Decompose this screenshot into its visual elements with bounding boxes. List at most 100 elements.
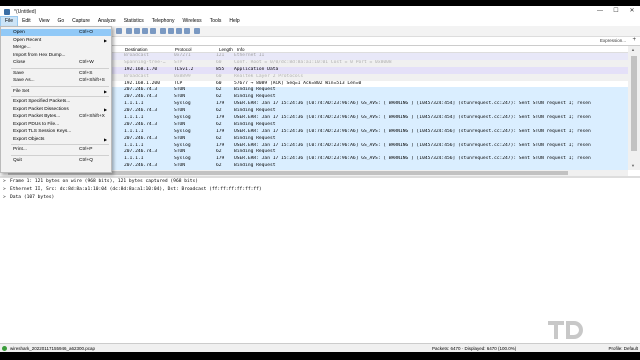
column-destination[interactable]: Destination [124, 46, 174, 52]
menu-item-label: Open Recent [13, 37, 42, 43]
menu-item-label: Export Packet Dissections [13, 106, 69, 112]
file-menu-item-open[interactable]: Open Ctrl+O [1, 29, 111, 36]
cell-len: 62 [216, 108, 222, 114]
toolbar-icon[interactable] [168, 28, 174, 34]
toolbar-icon[interactable] [184, 28, 190, 34]
menu-help[interactable]: Help [225, 17, 243, 26]
file-menu-item-export-packet-dissections[interactable]: Export Packet Dissections ▶ [1, 106, 111, 113]
cell-len: 62 [216, 121, 222, 127]
menu-item-label: Import from Hex Dump... [13, 52, 66, 58]
cell-dst: 207.246.74.3 [124, 108, 158, 114]
detail-tree-item[interactable]: > Data (107 bytes) [0, 194, 640, 202]
packet-list-vscroll[interactable]: ▲ ▼ [628, 46, 640, 170]
scroll-down-icon[interactable]: ▼ [631, 163, 635, 168]
cell-proto: Syslog [174, 115, 191, 121]
file-menu-item-export-pdus-to-file[interactable]: Export PDUs to File... [1, 121, 111, 128]
toolbar-icon[interactable] [150, 28, 156, 34]
cell-proto: STUN [174, 108, 186, 114]
file-menu-item-import-from-hex-dump[interactable]: Import from Hex Dump... [1, 52, 111, 59]
file-menu-item-merge[interactable]: Merge... [1, 44, 111, 51]
expand-caret-icon[interactable]: > [3, 178, 10, 186]
window-controls: — ☐ ✕ [592, 6, 640, 17]
minimize-button[interactable]: — [592, 6, 608, 17]
expand-caret-icon[interactable]: > [3, 186, 10, 194]
column-protocol[interactable]: Protocol [174, 46, 218, 52]
cell-dst: 207.246.74.3 [124, 87, 158, 93]
cell-dst: 207.246.74.3 [124, 135, 158, 141]
cell-len: 62 [216, 149, 222, 155]
file-menu-item-export-packet-bytes[interactable]: Export Packet Bytes... Ctrl+Shift+X [1, 113, 111, 120]
menu-statistics[interactable]: Statistics [120, 17, 148, 26]
wireshark-window: *(Untitled) — ☐ ✕ File Edit View Go Capture A… [0, 0, 640, 360]
file-menu-item-open-recent[interactable]: Open Recent ▶ [1, 37, 111, 44]
cell-len: 62 [216, 163, 222, 169]
cell-proto: STUN [174, 135, 186, 141]
menu-view[interactable]: View [35, 17, 54, 26]
file-menu-item-save[interactable]: Save Ctrl+S [1, 70, 111, 77]
menu-item-label: Save As... [13, 78, 35, 83]
packet-details: > Frame 1: 121 bytes on wire (968 bits), … [0, 178, 640, 338]
file-menu-item-export-objects[interactable]: Export Objects ▶ [1, 136, 111, 143]
cell-proto: 0x7271 [174, 53, 191, 58]
cell-info: Application Data [234, 66, 279, 72]
cell-info: Binding Request [234, 163, 276, 169]
menu-wireless[interactable]: Wireless [179, 17, 206, 26]
detail-text: Data (107 bytes) [10, 195, 55, 200]
menu-item-shortcut: Ctrl+W [79, 60, 94, 65]
add-filter-button[interactable]: + [632, 37, 636, 43]
menu-separator [11, 67, 109, 69]
column-length[interactable]: Length [218, 46, 236, 52]
menu-item-label: Export Specified Packets... [13, 99, 71, 104]
menu-capture[interactable]: Capture [68, 17, 94, 26]
detail-tree-item[interactable]: > Ethernet II, Src: dc:8d:8a:a1:10:04 (dc… [0, 186, 640, 194]
menu-item-shortcut: Ctrl+Shift+S [79, 78, 105, 83]
cell-len: 62 [216, 87, 222, 93]
toolbar-icon[interactable] [116, 28, 122, 34]
menu-edit[interactable]: Edit [18, 17, 35, 26]
toolbar-icon[interactable] [176, 28, 182, 34]
cell-len: 855 [216, 66, 225, 72]
close-button[interactable]: ✕ [624, 6, 640, 17]
cell-dst: 207.246.74.3 [124, 121, 158, 127]
toolbar-icon[interactable] [126, 28, 132, 34]
file-menu-item-quit[interactable]: Quit Ctrl+Q [1, 157, 111, 164]
cell-len: 179 [216, 101, 225, 107]
menu-tools[interactable]: Tools [206, 17, 226, 26]
expression-button[interactable]: Expression... [600, 38, 626, 43]
cell-info: 57677 → 8089 [ACK] Seq=1 Ack=802 Win=513… [234, 80, 362, 86]
column-info[interactable]: Info [236, 46, 245, 52]
toolbar-icon[interactable] [160, 28, 166, 34]
cell-dst: 207.246.74.3 [124, 163, 158, 169]
capture-status-icon[interactable] [2, 346, 7, 351]
cell-proto: STUN [174, 121, 186, 127]
file-menu-item-export-specified-packets[interactable]: Export Specified Packets... [1, 98, 111, 105]
file-menu-item-file-set[interactable]: File Set ▶ [1, 88, 111, 95]
expand-caret-icon[interactable]: > [3, 194, 10, 202]
cell-info: Binding Request [234, 87, 276, 93]
scroll-up-icon[interactable]: ▲ [631, 47, 635, 52]
cell-len: 179 [216, 156, 225, 162]
file-menu-item-print[interactable]: Print... Ctrl+P [1, 146, 111, 153]
cell-dst: 207.246.74.3 [124, 94, 158, 100]
menu-separator [11, 154, 109, 156]
cell-proto: Syslog [174, 101, 191, 107]
toolbar-icon[interactable] [142, 28, 148, 34]
file-menu-item-close[interactable]: Close Ctrl+W [1, 59, 111, 66]
file-menu-item-save-as[interactable]: Save As... Ctrl+Shift+S [1, 77, 111, 84]
menu-analyze[interactable]: Analyze [94, 17, 120, 26]
scroll-thumb[interactable] [631, 56, 637, 151]
menu-item-label: Save [13, 70, 24, 76]
status-bar: wireshark_20220117155946_a62300.pcap Pac… [0, 343, 640, 352]
detail-tree-item[interactable]: > Frame 1: 121 bytes on wire (968 bits), … [0, 178, 640, 186]
cell-dst: Spanning-tree-… [124, 59, 166, 65]
menu-go[interactable]: Go [53, 17, 68, 26]
toolbar-icon[interactable] [134, 28, 140, 34]
maximize-button[interactable]: ☐ [608, 6, 624, 17]
cell-proto: TCP [174, 80, 183, 86]
cell-proto: Syslog [174, 128, 191, 134]
watermark-logo-icon [548, 321, 583, 339]
toolbar-icon[interactable] [194, 28, 200, 34]
cell-info: USER.ERR: Jan 17 15:24:36 [C0:74:AD:23:9… [234, 156, 591, 162]
menu-telephony[interactable]: Telephony [148, 17, 179, 26]
file-menu-item-export-tls-session-keys[interactable]: Export TLS Session Keys... [1, 128, 111, 135]
